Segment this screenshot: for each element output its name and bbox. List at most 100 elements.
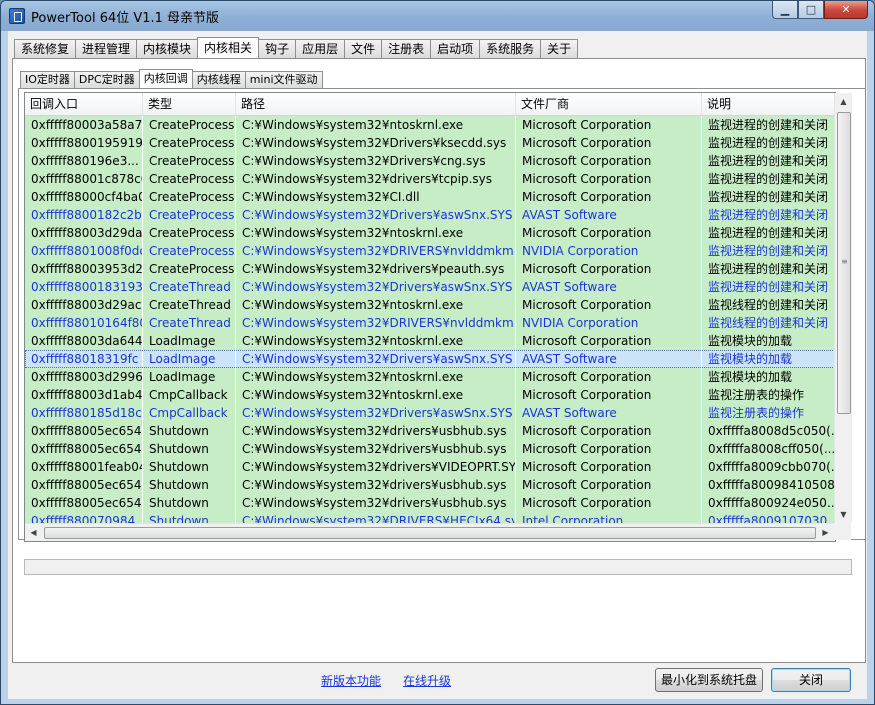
table-row[interactable]: 0xfffff8801008f0dc CreateProcess C:¥Window… <box>25 242 835 260</box>
cell-path: C:¥Windows¥system32¥drivers¥usbhub.sys <box>236 440 516 458</box>
table-row[interactable]: 0xfffff880196e3... CreateProcess C:¥Window… <box>25 152 835 170</box>
tab-main-9[interactable]: 系统服务 <box>479 39 542 58</box>
table-row[interactable]: 0xfffff88005ec6540 Shutdown C:¥Windows¥sys… <box>25 494 835 512</box>
cell-desc: 监视进程的创建和关闭 <box>702 188 835 206</box>
tab-main-4[interactable]: 钩子 <box>258 39 297 58</box>
table-row[interactable]: 0xfffff88001831937 CreateThread C:¥Windows… <box>25 278 835 296</box>
scroll-up-icon[interactable]: ▲ <box>835 93 852 110</box>
cell-path: C:¥Windows¥system32¥drivers¥usbhub.sys <box>236 476 516 494</box>
cell-type: LoadImage <box>143 350 236 368</box>
scroll-down-icon[interactable]: ▼ <box>835 506 852 523</box>
close-button[interactable]: 关闭 <box>771 668 851 692</box>
column-header-entry[interactable]: 回调入口 <box>25 93 143 115</box>
cell-desc: 监视进程的创建和关闭 <box>702 242 835 260</box>
table-row[interactable]: 0xfffff88001c878c0 CreateProcess C:¥Window… <box>25 170 835 188</box>
cell-entry: 0xfffff880185d18c <box>25 404 143 422</box>
close-window-button[interactable]: ✕ <box>824 1 868 19</box>
table-row[interactable]: 0xfffff88005ec6540 Shutdown C:¥Windows¥sys… <box>25 440 835 458</box>
app-icon <box>9 8 25 24</box>
cell-entry: 0xfffff88001feab04 <box>25 458 143 476</box>
cell-type: Shutdown <box>143 476 236 494</box>
tab-sub-4[interactable]: mini文件驱动 <box>244 71 323 88</box>
cell-entry: 0xfffff88003953d2c <box>25 260 143 278</box>
tab-main-6[interactable]: 文件 <box>344 39 383 58</box>
tab-main-5[interactable]: 应用层 <box>295 39 346 58</box>
horizontal-scroll-thumb[interactable] <box>44 527 816 539</box>
column-header-desc[interactable]: 说明 <box>702 93 835 115</box>
cell-path: C:¥Windows¥system32¥Drivers¥aswSnx.SYS <box>236 278 516 296</box>
cell-vendor: Microsoft Corporation <box>516 440 702 458</box>
table-row[interactable]: 0xfffff8800182c2b4 CreateProcess C:¥Window… <box>25 206 835 224</box>
table-row[interactable]: 0xfffff88003953d2c CreateProcess C:¥Window… <box>25 260 835 278</box>
new-features-link[interactable]: 新版本功能 <box>321 672 381 689</box>
tab-main-0[interactable]: 系统修复 <box>14 39 77 58</box>
vertical-scrollbar[interactable]: ▲ ≡ ▼ <box>834 93 852 523</box>
table-row[interactable]: 0xfffff88003da6448 LoadImage C:¥Windows¥sy… <box>25 332 835 350</box>
footer-links: 新版本功能 在线升级 <box>321 672 451 689</box>
table-row[interactable]: 0xfffff88000cf4ba0 CreateProcess C:¥Window… <box>25 188 835 206</box>
table-row[interactable]: 0xfffff88001959198 CreateProcess C:¥Window… <box>25 134 835 152</box>
cell-type: CreateProcess <box>143 116 236 134</box>
tab-sub-3[interactable]: 内核线程 <box>191 71 246 88</box>
table-row[interactable]: 0xfffff88003d2996c LoadImage C:¥Windows¥sy… <box>25 368 835 386</box>
table-row[interactable]: 0xfffff88005ec6540 Shutdown C:¥Windows¥sys… <box>25 476 835 494</box>
cell-vendor: AVAST Software <box>516 206 702 224</box>
cell-desc: 0xfffffa8008d5c050(... <box>702 422 835 440</box>
cell-path: C:¥Windows¥system32¥ntoskrnl.exe <box>236 368 516 386</box>
cell-path: C:¥Windows¥system32¥drivers¥usbhub.sys <box>236 494 516 512</box>
cell-type: Shutdown <box>143 440 236 458</box>
cell-path: C:¥Windows¥system32¥Drivers¥cng.sys <box>236 152 516 170</box>
table-row[interactable]: 0xfffff88005ec6540 Shutdown C:¥Windows¥sys… <box>25 422 835 440</box>
table-row[interactable]: 0xfffff88001feab04 Shutdown C:¥Windows¥sys… <box>25 458 835 476</box>
cell-desc: 0xfffffa800924e050... <box>702 494 835 512</box>
list-header: 回调入口 类型 路径 文件厂商 说明 <box>25 93 835 116</box>
cell-type: Shutdown <box>143 422 236 440</box>
scroll-left-icon[interactable]: ◀ <box>25 524 42 541</box>
tab-main-3[interactable]: 内核相关 <box>197 37 260 58</box>
cell-desc: 0xfffffa8009cbb070(... <box>702 458 835 476</box>
online-upgrade-link[interactable]: 在线升级 <box>403 672 451 689</box>
table-row[interactable]: 0xfffff88010164f80 CreateThread C:¥Windows… <box>25 314 835 332</box>
cell-type: LoadImage <box>143 332 236 350</box>
column-header-type[interactable]: 类型 <box>143 93 236 115</box>
cell-vendor: Microsoft Corporation <box>516 422 702 440</box>
tab-sub-1[interactable]: DPC定时器 <box>73 71 140 88</box>
tab-sub-2[interactable]: 内核回调 <box>138 69 193 88</box>
tab-main-8[interactable]: 启动项 <box>430 39 481 58</box>
scroll-right-icon[interactable]: ▶ <box>817 524 834 541</box>
cell-path: C:¥Windows¥system32¥Drivers¥aswSnx.SYS <box>236 206 516 224</box>
horizontal-scrollbar[interactable]: ◀ ▶ <box>25 523 834 541</box>
cell-entry: 0xfffff88005ec6540 <box>25 440 143 458</box>
table-row[interactable]: 0xfffff88003d29ac8 CreateThread C:¥Windows… <box>25 296 835 314</box>
vertical-scroll-thumb[interactable]: ≡ <box>837 112 851 414</box>
cell-type: CreateProcess <box>143 188 236 206</box>
cell-entry: 0xfffff88003d29da8 <box>25 224 143 242</box>
column-header-path[interactable]: 路径 <box>236 93 516 115</box>
minimize-to-tray-button[interactable]: 最小化到系统托盘 <box>655 668 763 692</box>
cell-type: Shutdown <box>143 494 236 512</box>
table-row[interactable]: 0xfffff80003a58a70 CreateProcess C:¥Window… <box>25 116 835 134</box>
tab-sub-0[interactable]: IO定时器 <box>20 71 75 88</box>
table-row[interactable]: 0xfffff88018319fc LoadImage C:¥Windows¥sys… <box>25 350 835 368</box>
cell-vendor: Microsoft Corporation <box>516 494 702 512</box>
maximize-button[interactable]: □ <box>798 1 824 19</box>
cell-vendor: NVIDIA Corporation <box>516 242 702 260</box>
callback-list[interactable]: 回调入口 类型 路径 文件厂商 说明 0xfffff80003a58a70 CreateP… <box>24 92 836 542</box>
cell-entry: 0xfffff8801008f0dc <box>25 242 143 260</box>
cell-desc: 监视进程的创建和关闭 <box>702 260 835 278</box>
table-row[interactable]: 0xfffff880185d18c CmpCallback C:¥Windows¥s… <box>25 404 835 422</box>
cell-entry: 0xfffff80003a58a70 <box>25 116 143 134</box>
title-bar[interactable]: PowerTool 64位 V1.1 母亲节版 ▁ □ ✕ <box>1 1 874 31</box>
column-header-vendor[interactable]: 文件厂商 <box>516 93 702 115</box>
cell-desc: 监视线程的创建和关闭 <box>702 296 835 314</box>
minimize-button[interactable]: ▁ <box>772 1 798 19</box>
cell-desc: 监视进程的创建和关闭 <box>702 278 835 296</box>
tab-main-7[interactable]: 注册表 <box>381 39 432 58</box>
tab-main-10[interactable]: 关于 <box>540 39 579 58</box>
cell-vendor: Microsoft Corporation <box>516 476 702 494</box>
table-row[interactable]: 0xfffff88003d1ab40 CmpCallback C:¥Windows¥… <box>25 386 835 404</box>
tab-main-1[interactable]: 进程管理 <box>75 39 138 58</box>
window-content: 系统修复 进程管理 内核模块 内核相关 钩子 应用层 文件 注册表 启动项 系统服务 关于 IO定时… <box>8 31 867 699</box>
tab-main-2[interactable]: 内核模块 <box>136 39 199 58</box>
table-row[interactable]: 0xfffff88003d29da8 CreateProcess C:¥Window… <box>25 224 835 242</box>
